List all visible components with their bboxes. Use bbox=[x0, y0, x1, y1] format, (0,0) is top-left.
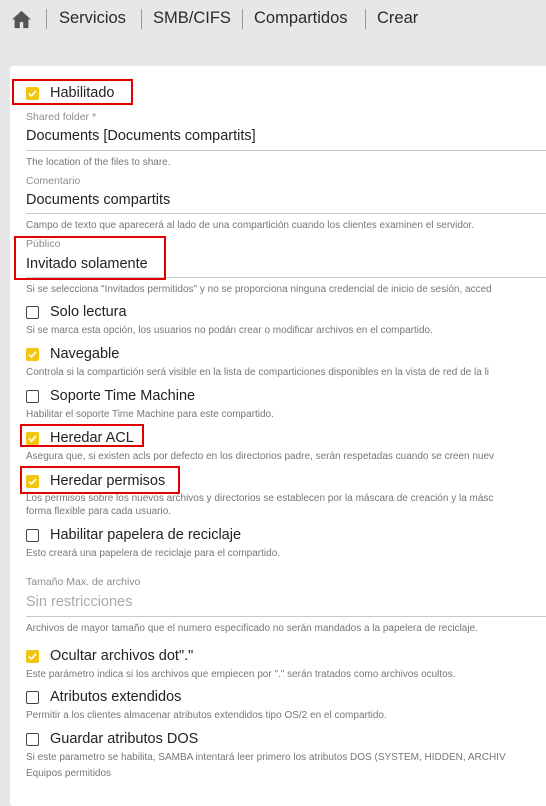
breadcrumb-compartidos[interactable]: Compartidos bbox=[254, 9, 348, 28]
public-hint: Si se selecciona "Invitados permitidos" … bbox=[26, 284, 492, 295]
max-file-size-label: Tamaño Max. de archivo bbox=[26, 576, 141, 588]
breadcrumb-smb-cifs[interactable]: SMB/CIFS bbox=[153, 9, 231, 28]
hide-dot-files-hint: Este parámetro indica si los archivos qu… bbox=[26, 669, 456, 680]
breadcrumb-separator bbox=[141, 9, 142, 29]
breadcrumb-separator bbox=[365, 9, 366, 29]
time-machine-label[interactable]: Soporte Time Machine bbox=[50, 388, 195, 404]
highlight-box bbox=[20, 466, 180, 494]
comment-label: Comentario bbox=[26, 175, 81, 187]
hide-dot-files-label[interactable]: Ocultar archivos dot"." bbox=[50, 648, 193, 664]
extended-attributes-checkbox[interactable] bbox=[26, 691, 39, 704]
recycle-bin-checkbox[interactable] bbox=[26, 529, 39, 542]
inherit-permissions-hint: Los permisos sobre los nuevos archivos y… bbox=[26, 493, 494, 504]
highlight-box bbox=[12, 79, 133, 105]
max-file-size-underline bbox=[26, 616, 546, 617]
time-machine-hint: Habilitar el soporte Time Machine para e… bbox=[26, 409, 274, 420]
recycle-bin-label[interactable]: Habilitar papelera de reciclaje bbox=[50, 527, 241, 543]
browseable-checkbox[interactable] bbox=[26, 348, 39, 361]
inherit-acl-hint: Asegura que, si existen acls por defecto… bbox=[26, 451, 495, 462]
store-dos-attributes-label[interactable]: Guardar atributos DOS bbox=[50, 731, 198, 747]
max-file-size-hint: Archivos de mayor tamaño que el numero e… bbox=[26, 623, 478, 634]
comment-underline bbox=[26, 213, 546, 214]
comment-input[interactable]: Documents compartits bbox=[26, 192, 170, 208]
store-dos-attributes-checkbox[interactable] bbox=[26, 733, 39, 746]
highlight-box bbox=[14, 236, 166, 280]
breadcrumb-separator bbox=[46, 9, 47, 29]
shared-folder-underline bbox=[26, 150, 546, 151]
hide-dot-files-checkbox[interactable] bbox=[26, 650, 39, 663]
comment-hint: Campo de texto que aparecerá al lado de … bbox=[26, 220, 475, 231]
breadcrumb-servicios[interactable]: Servicios bbox=[59, 9, 126, 28]
shared-folder-hint: The location of the files to share. bbox=[26, 157, 171, 168]
breadcrumb-separator bbox=[242, 9, 243, 29]
read-only-checkbox[interactable] bbox=[26, 306, 39, 319]
store-dos-attributes-hint: Si este parametro se habilita, SAMBA int… bbox=[26, 752, 506, 763]
allowed-hosts-label: Equipos permitidos bbox=[26, 768, 112, 779]
home-icon[interactable] bbox=[11, 10, 32, 29]
inherit-permissions-hint-2: forma flexible para cada usuario. bbox=[26, 506, 172, 517]
browseable-hint: Controla si la compartición será visible… bbox=[26, 367, 490, 378]
time-machine-checkbox[interactable] bbox=[26, 390, 39, 403]
shared-folder-select[interactable]: Documents [Documents compartits] bbox=[26, 128, 256, 144]
shared-folder-label: Shared folder * bbox=[26, 111, 97, 123]
read-only-label[interactable]: Solo lectura bbox=[50, 304, 127, 320]
extended-attributes-hint: Permitir a los clientes almacenar atribu… bbox=[26, 710, 387, 721]
max-file-size-input[interactable]: Sin restricciones bbox=[26, 594, 132, 610]
recycle-bin-hint: Esto creará una papelera de reciclaje pa… bbox=[26, 548, 281, 559]
breadcrumb: Servicios SMB/CIFS Compartidos Crear bbox=[0, 0, 546, 40]
read-only-hint: Si se marca esta opción, los usuarios no… bbox=[26, 325, 433, 336]
extended-attributes-label[interactable]: Atributos extendidos bbox=[50, 689, 181, 705]
breadcrumb-crear[interactable]: Crear bbox=[377, 9, 418, 28]
highlight-box bbox=[20, 424, 144, 447]
browseable-label[interactable]: Navegable bbox=[50, 346, 119, 362]
